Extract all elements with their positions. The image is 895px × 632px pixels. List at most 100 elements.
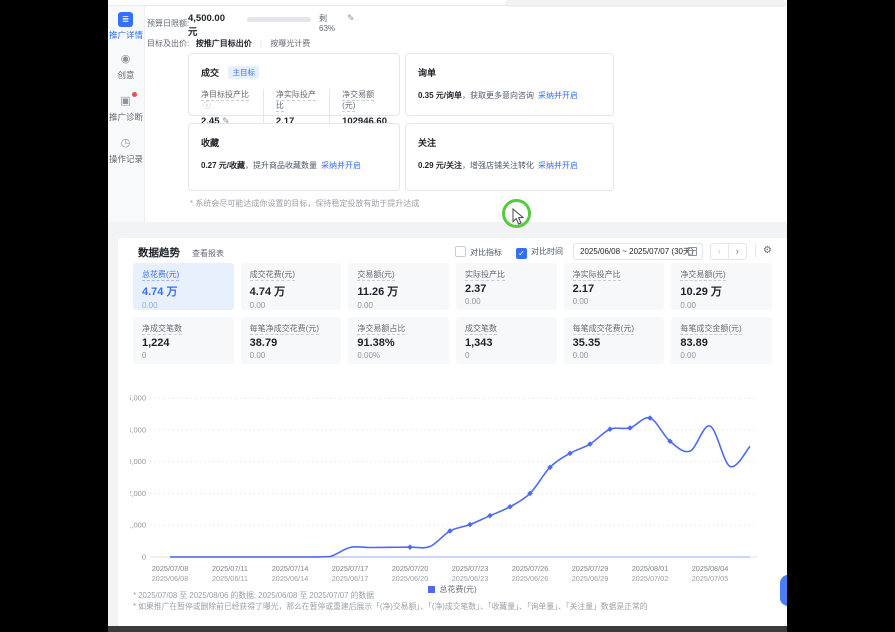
x-tick-label-compare: 2025/06/14 [272, 574, 309, 583]
tab-bid-by-goal[interactable]: 按推广目标出价 [196, 38, 252, 49]
date-range-picker[interactable]: 2025/06/08 ~ 2025/07/07 (30天) [573, 243, 703, 260]
floating-action-button[interactable] [780, 575, 787, 606]
notification-dot [132, 92, 137, 97]
metric-card[interactable]: 净实际投产比 2.17 0.00 [564, 263, 665, 310]
sidebar-item-creative[interactable]: ◉ 创意 [108, 52, 145, 81]
daily-budget-row: 预算日限额: 4,500.00 元 剩 63% ✎ [147, 13, 189, 27]
x-tick-label: 2025/07/11 [212, 564, 248, 573]
sidebar-item-diagnose[interactable]: ▣ 推广诊断 [108, 94, 145, 123]
compare-metric-control[interactable]: 对比指标 [455, 246, 502, 258]
budget-edit-icon[interactable]: ✎ [347, 13, 355, 24]
metric-value: 11.26 万 [357, 283, 440, 299]
metric-card[interactable]: 总花费(元) 4.74 万 0.00 [133, 263, 234, 310]
metric-value: 1,343 [465, 337, 548, 349]
metric-value: 2.37 [465, 283, 548, 295]
goal-desc: ，提升商品收藏数量 [245, 161, 317, 170]
stat-label: 净目标投产比 [201, 90, 249, 101]
metric-card[interactable]: 每笔成交金额(元) 83.89 0.00 [671, 317, 772, 364]
data-point[interactable] [467, 522, 473, 528]
metric-card[interactable]: 交易额(元) 11.26 万 0.00 [348, 263, 449, 310]
detail-nav-rail: ≣ 推广详情 ◉ 创意 ▣ 推广诊断 ◷ 操作记录 [108, 6, 145, 222]
metric-value: 10.29 万 [680, 283, 763, 299]
metric-card[interactable]: 净交易额(元) 10.29 万 0.00 [671, 263, 772, 310]
metric-value: 35.35 [573, 337, 656, 349]
goal-card-favorite[interactable]: 收藏 0.27 元/收藏，提升商品收藏数量采纳并开启 [188, 123, 400, 191]
x-tick-label: 2025/07/20 [392, 564, 429, 573]
x-tick-label-compare: 2025/06/20 [392, 574, 429, 583]
adopt-enable-link[interactable]: 采纳并开启 [538, 161, 578, 170]
x-tick-label-compare: 2025/06/26 [512, 574, 549, 583]
mouse-cursor [512, 208, 525, 225]
goal-card-title: 成交 [201, 66, 219, 79]
data-point[interactable] [407, 544, 413, 550]
metric-card[interactable]: 每笔净成交花费(元) 38.79 0.00 [241, 317, 342, 364]
next-period-button[interactable]: › [729, 244, 746, 259]
info-icon[interactable]: ⓘ [203, 101, 211, 110]
stat-label: 净实际投产比 [276, 90, 316, 112]
metric-label: 每笔净成交花费(元) [250, 323, 333, 334]
goal-card-inquiry[interactable]: 询单 0.35 元/询单，获取更多意向咨询采纳并开启 [405, 53, 614, 116]
compare-time-label: 对比时间 [531, 247, 563, 256]
x-tick-label-compare: 2025/06/08 [152, 574, 189, 583]
compare-time-checkbox[interactable]: ✓ [516, 248, 527, 259]
y-tick-label: 5,000 [130, 394, 146, 403]
metric-card[interactable]: 净成交笔数 1,224 0 [133, 317, 234, 364]
data-point[interactable] [607, 426, 613, 432]
goal-note: * 系统会尽可能达成你设置的目标，保持稳定投放有助于提升达成 [190, 198, 419, 209]
x-tick-label: 2025/08/04 [692, 564, 729, 573]
y-tick-label: 3,000 [130, 457, 146, 466]
goal-stats: 净目标投产比ⓘ 2.45 ✎ 净实际投产比 2.17 净交易额(元) 10294… [201, 89, 387, 127]
metric-card[interactable]: 成交笔数 1,343 0 [456, 317, 557, 364]
metric-value: 1,224 [142, 337, 225, 349]
goal-card-title: 询单 [418, 66, 436, 79]
gear-icon[interactable]: ⚙ [763, 245, 772, 257]
calendar-icon [688, 247, 697, 256]
goal-desc: ，获取更多意向咨询 [462, 91, 534, 100]
x-tick-label-compare: 2025/06/17 [332, 574, 369, 583]
x-tick-label: 2025/07/26 [512, 564, 549, 573]
screen: ≣ 推广详情 ◉ 创意 ▣ 推广诊断 ◷ 操作记录 [0, 0, 895, 632]
goal-card-deal[interactable]: 成交 主目标 净目标投产比ⓘ 2.45 ✎ 净实际投产比 2.17 净交易额(元… [188, 53, 400, 116]
x-tick-label-compare: 2025/06/11 [212, 574, 248, 583]
compare-time-control[interactable]: ✓ 对比时间 [516, 246, 563, 259]
x-tick-label-compare: 2025/07/05 [692, 574, 729, 583]
x-tick-label-compare: 2025/07/02 [632, 574, 669, 583]
goal-price: 0.35 元/询单 [418, 91, 462, 100]
view-report-link[interactable]: 查看报表 [192, 248, 224, 259]
adopt-enable-link[interactable]: 采纳并开启 [538, 91, 578, 100]
legend-label: 总花费(元) [439, 585, 476, 594]
prev-period-button[interactable]: ‹ [711, 244, 729, 259]
metric-value: 83.89 [680, 337, 763, 349]
sidebar-item-label: 操作记录 [108, 153, 145, 165]
sidebar-item-history[interactable]: ◷ 操作记录 [108, 136, 145, 165]
y-tick-label: 2,000 [130, 489, 146, 498]
divider [108, 5, 787, 6]
metric-card[interactable]: 成交花费(元) 4.74 万 0.00 [241, 263, 342, 310]
data-point[interactable] [487, 513, 493, 519]
goal-card-follow[interactable]: 关注 0.29 元/关注，增强店铺关注转化采纳并开启 [405, 123, 614, 191]
goal-desc: ，增强店铺关注转化 [462, 161, 534, 170]
metric-compare-value: 0.00 [573, 297, 656, 306]
window-bottom-edge [108, 626, 787, 632]
tab-bid-by-impression[interactable]: 按曝光计费 [270, 38, 310, 49]
adopt-enable-link[interactable]: 采纳并开启 [321, 161, 361, 170]
trend-chart: 01,0002,0003,0004,0005,0002025/07/082025… [130, 390, 775, 586]
sidebar-item-label: 创意 [108, 69, 145, 81]
stat-label: 净交易额(元) [342, 90, 374, 112]
date-nav: ‹ › [710, 243, 747, 260]
stat-net-gmv: 净交易额(元) 102946.60 [329, 89, 387, 127]
metric-compare-value: 0.00 [142, 301, 225, 310]
history-icon: ◷ [118, 136, 133, 151]
metric-card[interactable]: 每笔成交花费(元) 35.35 0.00 [564, 317, 665, 364]
compare-metric-checkbox[interactable] [455, 246, 466, 257]
metric-compare-value: 0.00 [357, 301, 440, 310]
sidebar-item-detail[interactable]: ≣ 推广详情 [108, 12, 145, 41]
metric-label: 成交花费(元) [250, 269, 333, 280]
sidebar-item-label: 推广详情 [108, 29, 145, 41]
metric-card[interactable]: 实际投产比 2.37 0.00 [456, 263, 557, 310]
tab-separator: | [260, 39, 262, 48]
x-tick-label: 2025/07/14 [272, 564, 309, 573]
metric-card[interactable]: 净交易额占比 91.38% 0.00% [348, 317, 449, 364]
metric-label: 交易额(元) [357, 269, 440, 280]
metric-value: 2.17 [573, 283, 656, 295]
